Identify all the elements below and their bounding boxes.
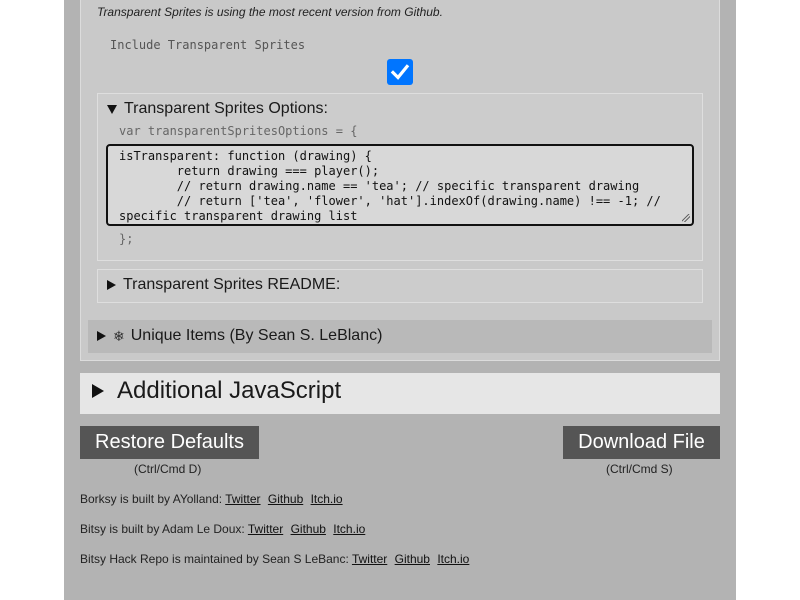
unique-items-title: Unique Items (By Sean S. LeBlanc) [130,327,383,344]
github-link[interactable]: Github [395,552,430,566]
download-file-button[interactable]: Download File [563,426,720,459]
credit-text: Borksy is built by AYolland: [80,492,223,506]
credit-text: Bitsy Hack Repo is maintained by Sean S … [80,552,349,566]
triangle-right-icon [92,384,104,398]
credit-borksy: Borksy is built by AYolland: Twitter Git… [80,492,343,506]
code-open: var transparentSpritesOptions = { [119,124,358,138]
itchio-link[interactable]: Itch.io [333,522,365,536]
credit-text: Bitsy is built by Adam Le Doux: [80,522,245,536]
snowflake-icon: ❄ [113,327,125,344]
itchio-link[interactable]: Itch.io [311,492,343,506]
include-label: Include Transparent Sprites [110,38,306,52]
include-checkbox[interactable] [387,59,413,85]
version-note: Transparent Sprites is using the most re… [97,5,443,19]
code-line: specific transparent drawing list [119,209,358,223]
twitter-link[interactable]: Twitter [225,492,260,506]
checkmark-icon [390,64,410,80]
restore-shortcut: (Ctrl/Cmd D) [134,462,202,476]
readme-summary[interactable]: Transparent Sprites README: [107,276,340,294]
options-summary[interactable]: Transparent Sprites Options: [107,100,328,118]
download-shortcut: (Ctrl/Cmd S) [606,462,673,476]
triangle-right-icon [97,331,106,341]
github-link[interactable]: Github [291,522,326,536]
unique-items-summary[interactable]: ❄ Unique Items (By Sean S. LeBlanc) [97,327,382,345]
additional-js-summary[interactable]: Additional JavaScript [92,377,341,405]
github-link[interactable]: Github [268,492,303,506]
resize-grip-icon[interactable] [682,214,690,222]
restore-defaults-button[interactable]: Restore Defaults [80,426,259,459]
additional-js-title: Additional JavaScript [117,377,342,404]
code-line: // return ['tea', 'flower', 'hat'].index… [119,194,661,208]
twitter-link[interactable]: Twitter [248,522,283,536]
credit-bitsy: Bitsy is built by Adam Le Doux: Twitter … [80,522,365,536]
readme-title: Transparent Sprites README: [123,276,341,293]
twitter-link[interactable]: Twitter [352,552,387,566]
itchio-link[interactable]: Itch.io [437,552,469,566]
code-line: // return drawing.name == 'tea'; // spec… [119,179,640,193]
options-title: Transparent Sprites Options: [124,100,328,117]
code-close: }; [119,232,134,246]
options-code-textarea[interactable]: isTransparent: function (drawing) { retu… [106,144,694,226]
triangle-right-icon [107,280,116,290]
triangle-down-icon [107,104,117,114]
code-line: isTransparent: function (drawing) { [119,149,372,163]
credit-hack-repo: Bitsy Hack Repo is maintained by Sean S … [80,552,469,566]
code-line: return drawing === player(); [119,164,380,178]
